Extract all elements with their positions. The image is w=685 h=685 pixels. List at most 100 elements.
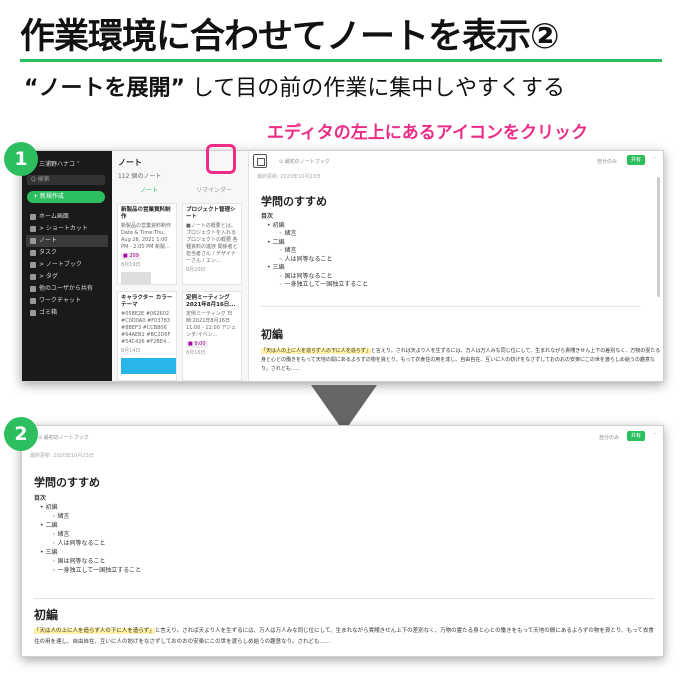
table-of-contents: 目次 • 初編 ◦ 緒言 • 二編 ◦ 緒言 ◦ 人は同等なること • 三編 ◦ … bbox=[261, 213, 368, 290]
document-title[interactable]: 学問のすすめ bbox=[34, 474, 100, 490]
toc-subitem: ◦ 一身独立して一国独立すること bbox=[279, 281, 369, 288]
editor-toolbar: ⊙ 最初のノートブック 自分のみ 共有 ··· bbox=[249, 151, 663, 171]
step-badge-2: 2 bbox=[4, 417, 38, 451]
editor-toolbar: ⊙ 最初のノートブック 自分のみ 共有 ··· bbox=[22, 426, 663, 446]
notebook-breadcrumb[interactable]: ⊙ 最初のノートブック bbox=[279, 158, 330, 165]
user-name: 三浦野ハナコ ˅ bbox=[39, 161, 80, 168]
sidebar-item-label: ワークチャット bbox=[39, 297, 81, 304]
sidebar-item-label: > ノートブック bbox=[39, 261, 82, 268]
divider bbox=[261, 306, 641, 307]
callout-text: エディタの左上にあるアイコンをクリック bbox=[267, 123, 588, 143]
chat-icon bbox=[30, 297, 36, 304]
body-paragraph[interactable]: 「天は人の上に人を造らず人の下に人を造らず」と言えり。されば天より人を生ずるには… bbox=[261, 347, 661, 374]
share-settings[interactable]: 自分のみ bbox=[599, 434, 619, 441]
toc-subitem: ◦ 緒言 bbox=[279, 247, 297, 254]
sidebar-item-label: > タグ bbox=[39, 273, 58, 280]
toc-subitem: ◦ 緒言 bbox=[52, 531, 70, 538]
page-subtitle: “ノートを展開” して目の前の作業に集中しやすくする bbox=[24, 70, 565, 102]
share-settings[interactable]: 自分のみ bbox=[597, 158, 617, 165]
more-icon[interactable]: ··· bbox=[653, 155, 658, 161]
note-card-date: 8月20日 bbox=[186, 267, 206, 273]
screenshot-normal-view: 三浦野ハナコ ˅ Q 検索 + 新規作成 ホーム画面 > ショートカット ノート… bbox=[21, 150, 664, 382]
note-card[interactable]: 定例ミーティング 2021年8月16日... 定例ミーティング 日時:2021年… bbox=[182, 291, 242, 381]
notebook-icon bbox=[30, 261, 36, 268]
last-updated: 最終更新: 2020年10月23日 bbox=[30, 453, 94, 459]
note-card[interactable]: キャラクター カラーテーマ #058E2E #062602 #C0D0A0 #F… bbox=[117, 291, 177, 381]
sidebar-item-label: > ショートカット bbox=[39, 225, 88, 232]
sidebar-item-tasks[interactable]: タスク bbox=[26, 247, 108, 259]
note-card[interactable]: 新製品の営業資料制作 新製品の営業資料制作 Date & Time:Thu, A… bbox=[117, 203, 177, 285]
sidebar-item-notebooks[interactable]: > ノートブック bbox=[26, 259, 108, 271]
toc-subitem: ◦ 国は同等なること bbox=[52, 558, 106, 565]
note-card-body: 定例ミーティング 日時:2021年8月16日 11:00 - 12:00 アジェ… bbox=[186, 311, 237, 338]
body-paragraph[interactable]: 「天は人の上に人を造らず人の下に人を造らず」と言えり。されば天より人を生ずるには… bbox=[34, 626, 654, 648]
note-card-title: プロジェクト管理シート bbox=[186, 207, 236, 220]
sidebar-item-label: ノート bbox=[39, 237, 58, 244]
share-button[interactable]: 共有 bbox=[627, 431, 645, 441]
sidebar-item-shortcuts[interactable]: > ショートカット bbox=[26, 223, 108, 235]
expand-note-icon[interactable] bbox=[253, 154, 267, 168]
sidebar: 三浦野ハナコ ˅ Q 検索 + 新規作成 ホーム画面 > ショートカット ノート… bbox=[22, 151, 112, 381]
sidebar-item-home[interactable]: ホーム画面 bbox=[26, 211, 108, 223]
note-card-title: 新製品の営業資料制作 bbox=[121, 207, 171, 220]
screenshot-expanded-view: ⊙ 最初のノートブック 自分のみ 共有 ··· 最終更新: 2020年10月23… bbox=[21, 425, 664, 657]
toc-subitem: ◦ 緒言 bbox=[279, 230, 297, 237]
note-card-body: #058E2E #062602 #C0D0A0 #F03783 #8BEF3 #… bbox=[121, 311, 171, 345]
toc-item: • 初編 ◦ 緒言 bbox=[267, 222, 368, 239]
notebook-breadcrumb[interactable]: ⊙ 最初のノートブック bbox=[38, 434, 89, 441]
note-card-date: 8月19日 bbox=[121, 262, 141, 268]
toc-subitem: ◦ 緒言 bbox=[52, 513, 70, 520]
note-card-thumbnail bbox=[121, 358, 176, 374]
table-of-contents: 目次 • 初編 ◦ 緒言 • 二編 ◦ 緒言 ◦ 人は同等なること • 三編 ◦ … bbox=[34, 494, 141, 575]
sidebar-item-tags[interactable]: > タグ bbox=[26, 271, 108, 283]
sidebar-item-shared[interactable]: 他のユーザから共有 bbox=[26, 283, 108, 295]
note-icon bbox=[30, 237, 36, 244]
toc-item: • 初編 ◦ 緒言 bbox=[40, 503, 141, 521]
trash-icon bbox=[30, 309, 36, 316]
callout-highlight-ring bbox=[206, 144, 236, 174]
note-card-thumbnail bbox=[121, 272, 151, 284]
more-icon[interactable]: ··· bbox=[653, 431, 658, 437]
last-updated: 最終更新: 2020年10月23日 bbox=[257, 174, 321, 180]
share-button[interactable]: 共有 bbox=[627, 155, 645, 165]
note-editor: ⊙ 最初のノートブック 自分のみ 共有 ··· 最終更新: 2020年10月23… bbox=[249, 151, 663, 381]
note-card-date: 8月16日 bbox=[186, 350, 206, 356]
note-card-body: ■ノートの概要とは。プロジェクトを入れる プロジェクトの概要 各種資料の進捗 関… bbox=[186, 223, 238, 264]
check-icon bbox=[30, 249, 36, 256]
document-title[interactable]: 学問のすすめ bbox=[261, 193, 327, 209]
note-card-tag: ■ 9:00 bbox=[186, 341, 208, 348]
section-heading: 初編 bbox=[261, 328, 283, 341]
toc-subitem: ◦ 人は同等なること bbox=[52, 540, 106, 547]
note-card-title: 定例ミーティング 2021年8月16日... bbox=[186, 295, 236, 308]
toc-item: • 二編 ◦ 緒言 ◦ 人は同等なること bbox=[267, 239, 368, 265]
new-note-button[interactable]: + 新規作成 bbox=[27, 191, 105, 203]
tab-notes[interactable]: ノート bbox=[140, 185, 158, 194]
notes-count: 112 個のノート bbox=[118, 173, 162, 180]
divider bbox=[34, 598, 654, 599]
sidebar-item-label: ゴミ箱 bbox=[39, 309, 58, 316]
sidebar-nav: ホーム画面 > ショートカット ノート タスク > ノートブック > タグ 他の… bbox=[26, 211, 108, 319]
note-card-date: 8月14日 bbox=[121, 348, 141, 354]
star-icon bbox=[30, 225, 36, 232]
notes-list-panel: ノート 112 個のノート ノート リマインダー 新製品の営業資料制作 新製品の… bbox=[112, 151, 249, 381]
step-badge-1: 1 bbox=[4, 142, 38, 176]
tab-reminders[interactable]: リマインダー bbox=[196, 185, 232, 194]
section-heading: 初編 bbox=[34, 608, 59, 622]
sidebar-item-workchat[interactable]: ワークチャット bbox=[26, 295, 108, 307]
subtitle-text: して目の前の作業に集中しやすくする bbox=[184, 76, 566, 101]
toc-subitem: ◦ 一身独立して一国独立すること bbox=[52, 567, 142, 574]
note-card[interactable]: プロジェクト管理シート ■ノートの概要とは。プロジェクトを入れる プロジェクトの… bbox=[182, 203, 242, 285]
sidebar-item-trash[interactable]: ゴミ箱 bbox=[26, 307, 108, 319]
toc-subitem: ◦ 国は同等なること bbox=[279, 272, 333, 280]
scrollbar[interactable] bbox=[657, 177, 660, 297]
search-input[interactable]: Q 検索 bbox=[27, 175, 105, 185]
sidebar-item-label: ホーム画面 bbox=[39, 213, 69, 220]
toc-item: • 二編 ◦ 緒言 ◦ 人は同等なること bbox=[40, 521, 141, 548]
title-underline bbox=[20, 59, 662, 62]
toc-label: 目次 bbox=[261, 213, 274, 220]
sidebar-item-label: 他のユーザから共有 bbox=[39, 285, 93, 292]
tag-icon bbox=[30, 273, 36, 280]
page-title: 作業環境に合わせてノートを表示② bbox=[20, 17, 560, 57]
toc-label: 目次 bbox=[34, 495, 47, 502]
sidebar-item-notes[interactable]: ノート bbox=[26, 235, 108, 247]
